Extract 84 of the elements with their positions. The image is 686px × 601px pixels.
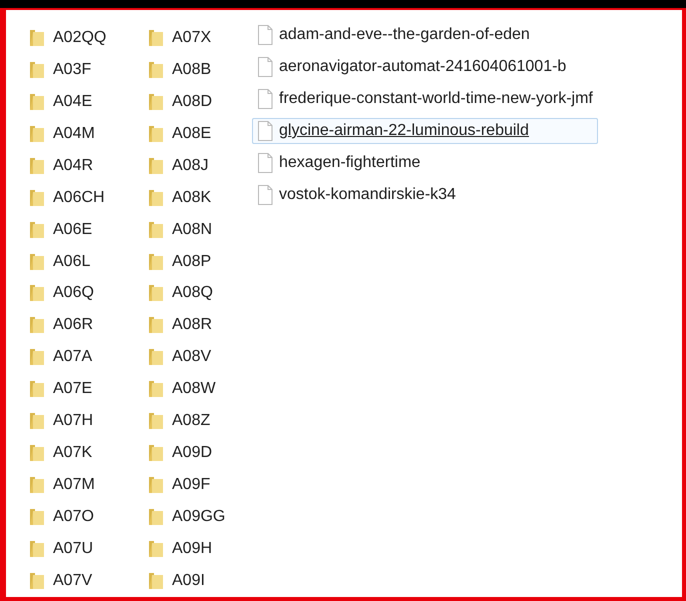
folder-icon (27, 220, 47, 240)
folder-item[interactable]: A08J (141, 150, 252, 182)
folder-item[interactable]: A07K (22, 437, 141, 470)
folder-item[interactable]: A09GG (141, 501, 252, 533)
folder-icon (146, 124, 166, 144)
folder-item[interactable]: A03F (22, 54, 141, 86)
folder-item[interactable]: A07U (22, 533, 141, 565)
folder-item[interactable]: A07M (22, 469, 141, 502)
folder-item[interactable]: A08N (141, 214, 252, 246)
folder-item[interactable]: A02QQ (22, 22, 141, 54)
folder-item[interactable]: A09I (141, 564, 252, 597)
file-item[interactable]: aeronavigator-automat-241604061001-b (252, 54, 598, 80)
folder-item[interactable]: A04E (22, 86, 141, 118)
folder-icon (146, 347, 166, 368)
file-icon (257, 121, 273, 141)
folder-item[interactable]: A08E (141, 118, 252, 150)
folder-item[interactable]: A08B (141, 54, 252, 86)
folder-item[interactable]: A06Q (22, 278, 141, 310)
folder-icon (146, 60, 166, 80)
folder-item[interactable]: A09H (141, 533, 252, 565)
folder-item[interactable]: A08P (141, 246, 252, 278)
file-icon (257, 153, 273, 173)
file-item[interactable]: hexagen-fightertime (252, 150, 598, 176)
folder-icon (27, 475, 47, 496)
folder-icon (27, 347, 47, 368)
folder-icon (27, 188, 47, 208)
folder-icon (146, 411, 166, 432)
folder-item[interactable]: A07X (141, 22, 252, 54)
folder-item[interactable]: A07E (22, 373, 141, 406)
folder-icon (146, 92, 166, 112)
folder-icon (146, 570, 166, 591)
file-icon (257, 57, 273, 77)
folder-item[interactable]: A09F (141, 469, 252, 502)
folder-icon (27, 124, 47, 144)
folder-item[interactable]: A09D (141, 437, 252, 470)
folder-icon (27, 28, 47, 48)
folder-icon (27, 252, 47, 272)
folder-item[interactable]: A08V (141, 341, 252, 374)
folder-icon (27, 92, 47, 112)
folder-item[interactable]: A06CH (22, 182, 141, 214)
folder-item[interactable]: A08D (141, 86, 252, 118)
folder-icon (146, 28, 166, 48)
folder-icon (146, 283, 166, 304)
folder-icon (27, 60, 47, 80)
folder-icon (27, 379, 47, 400)
folder-item[interactable]: A08Z (141, 405, 252, 438)
folder-icon (146, 220, 166, 240)
folder-item[interactable]: A08R (141, 309, 252, 342)
folder-item[interactable]: A04R (22, 150, 141, 182)
folder-icon (146, 475, 166, 496)
folder-icon (146, 315, 166, 336)
folder-item[interactable]: A07H (22, 405, 141, 438)
folder-icon (27, 507, 47, 528)
folder-item[interactable]: A07V (22, 564, 141, 597)
file-item[interactable]: glycine-airman-22-luminous-rebuild (252, 118, 598, 144)
folder-item[interactable]: A07A (22, 341, 141, 374)
folder-icon (146, 538, 166, 559)
folder-item[interactable]: A08Q (141, 278, 252, 310)
folder-item[interactable]: A08W (141, 373, 252, 406)
file-icon (257, 185, 273, 205)
folder-icon (27, 538, 47, 559)
folder-icon (146, 379, 166, 400)
file-icon (257, 25, 273, 45)
folder-item[interactable]: A07O (22, 501, 141, 533)
folder-item[interactable]: A06L (22, 246, 141, 278)
folder-icon (27, 283, 47, 304)
file-item[interactable]: vostok-komandirskie-k34 (252, 182, 598, 208)
file-item[interactable]: adam-and-eve--the-garden-of-eden (252, 22, 598, 48)
folder-icon (27, 315, 47, 336)
folder-item[interactable]: A04M (22, 118, 141, 150)
folder-item[interactable]: A08K (141, 182, 252, 214)
folder-icon (27, 443, 47, 464)
folder-icon (27, 411, 47, 432)
folder-icon (146, 156, 166, 176)
folder-icon (27, 570, 47, 591)
folder-icon (146, 188, 166, 208)
folder-icon (146, 252, 166, 272)
folder-item[interactable]: A06R (22, 309, 141, 342)
file-icon (257, 89, 273, 109)
folder-icon (27, 156, 47, 176)
file-item[interactable]: frederique-constant-world-time-new-york-jmf (252, 86, 598, 112)
folder-item[interactable]: A06E (22, 214, 141, 246)
folder-icon (146, 507, 166, 528)
folder-icon (146, 443, 166, 464)
